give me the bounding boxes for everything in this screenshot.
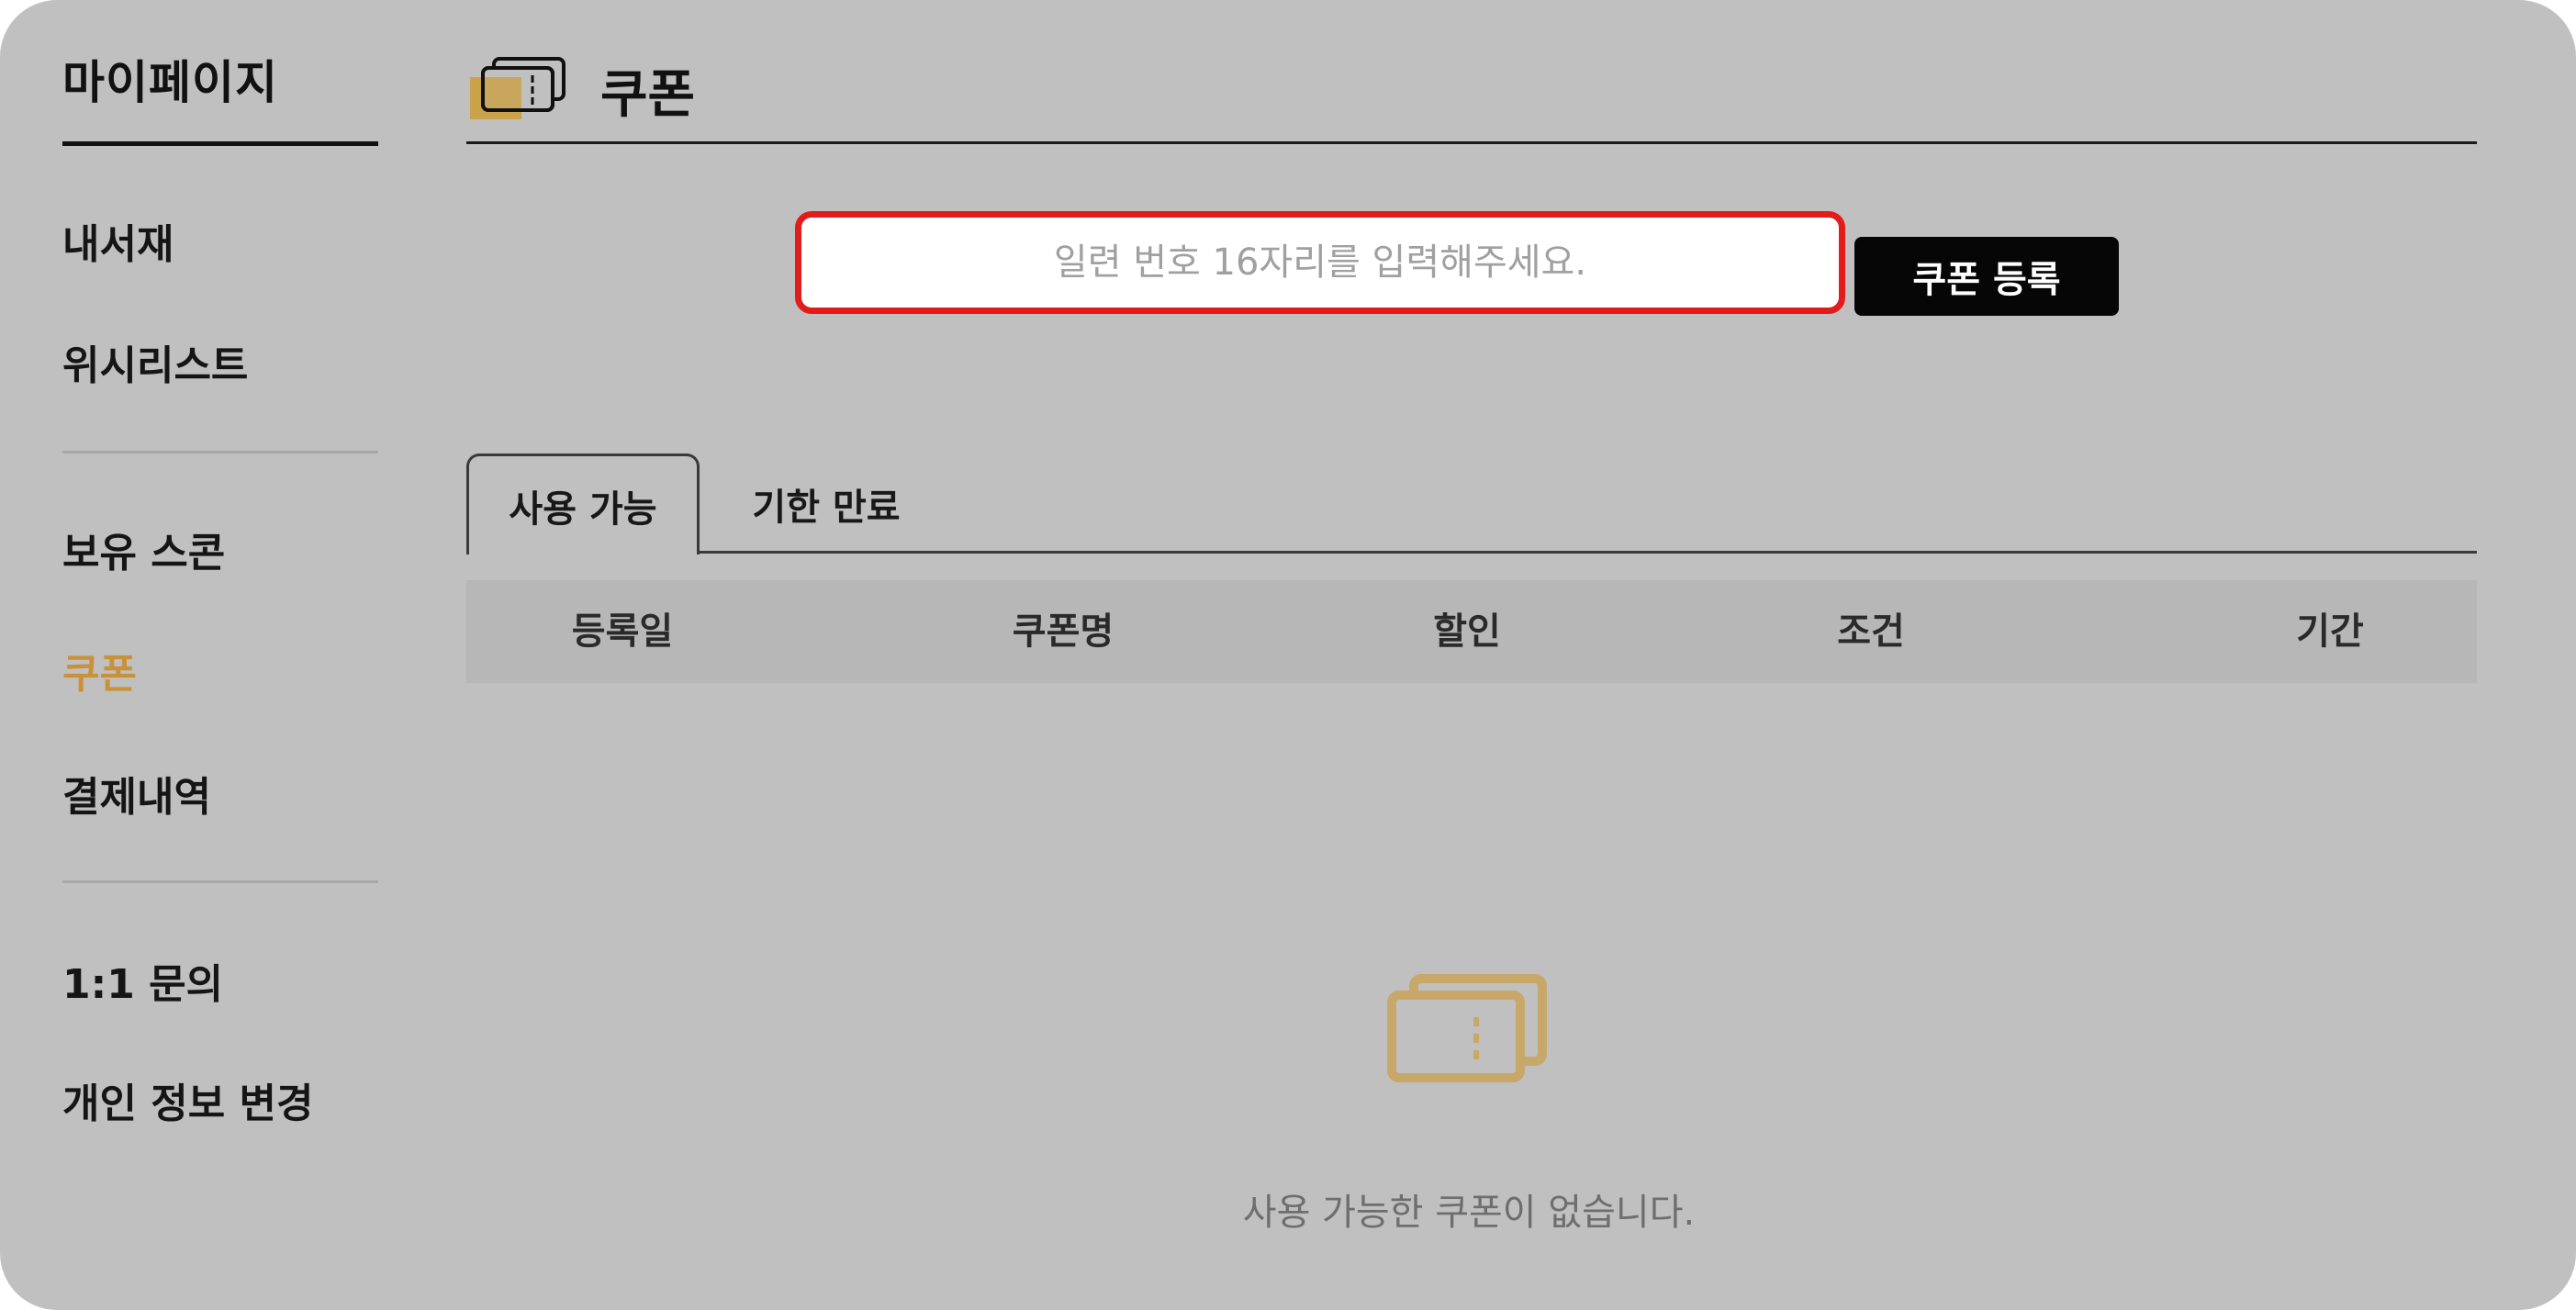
sidebar-divider: [62, 451, 378, 453]
sidebar-divider: [62, 880, 378, 883]
column-header-coupon-name: 쿠폰명: [1012, 610, 1114, 653]
empty-state-message: 사용 가능한 쿠폰이 없습니다.: [1242, 1192, 1696, 1234]
coupon-table-header: 등록일 쿠폰명 할인 조건 기간: [466, 580, 2477, 683]
column-header-period: 기간: [2296, 610, 2364, 653]
coupon-serial-input[interactable]: [795, 211, 1845, 314]
coupon-ticket-icon: [470, 57, 566, 119]
coupon-register-button[interactable]: 쿠폰 등록: [1854, 237, 2119, 316]
column-header-registered-date: 등록일: [571, 610, 674, 653]
sidebar-item-library[interactable]: 내서재: [62, 211, 174, 270]
column-header-discount: 할인: [1433, 610, 1501, 653]
page-title: 쿠폰: [600, 65, 696, 125]
tab-expired[interactable]: 기한 만료: [716, 453, 936, 554]
sidebar-title-divider: [62, 141, 378, 146]
sidebar-title: 마이페이지: [62, 56, 278, 109]
sidebar-item-wishlist[interactable]: 위시리스트: [62, 332, 248, 391]
sidebar-item-inquiry[interactable]: 1:1 문의: [62, 951, 223, 1010]
sidebar-item-profile-edit[interactable]: 개인 정보 변경: [62, 1070, 314, 1129]
tab-available[interactable]: 사용 가능: [466, 453, 700, 554]
sidebar-item-scone[interactable]: 보유 스콘: [62, 520, 225, 578]
mypage-window: 마이페이지 내서재 위시리스트 보유 스콘 쿠폰 결제내역 1:1 문의 개인 …: [0, 0, 2576, 1310]
column-header-condition: 조건: [1837, 610, 1905, 653]
sidebar-item-payment-history[interactable]: 결제내역: [62, 764, 211, 823]
header-divider: [466, 141, 2477, 144]
tab-underline: [466, 551, 2477, 554]
coupon-empty-icon: [1387, 974, 1547, 1082]
sidebar-item-coupon[interactable]: 쿠폰: [62, 641, 137, 700]
